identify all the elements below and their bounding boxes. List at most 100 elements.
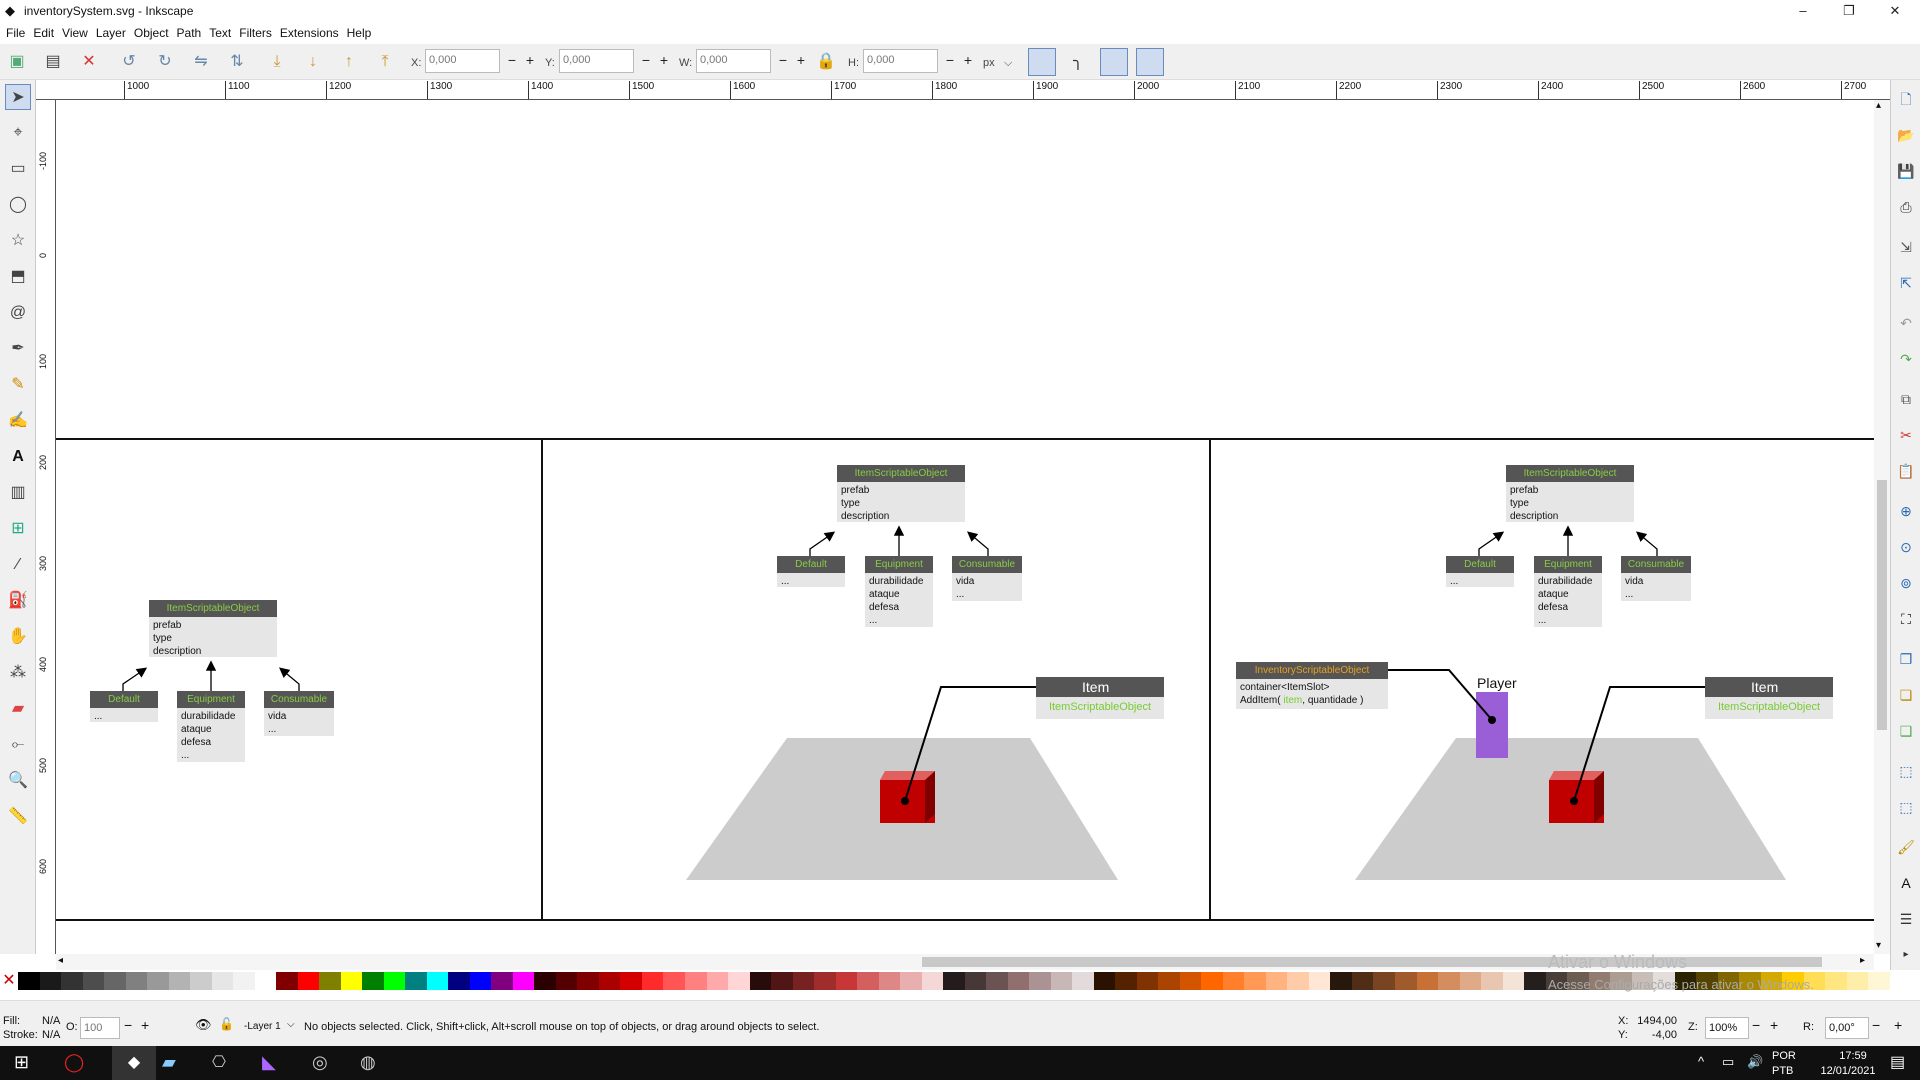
terminal-icon[interactable]: ⎔ bbox=[212, 1052, 226, 1072]
tweak-tool-icon[interactable]: ✋ bbox=[5, 624, 31, 650]
palette-swatch[interactable] bbox=[340, 972, 363, 990]
volume-icon[interactable]: 🔊 bbox=[1747, 1054, 1763, 1070]
eraser-tool-icon[interactable]: ▰ bbox=[5, 696, 31, 722]
palette-swatch[interactable] bbox=[1351, 972, 1374, 990]
palette-swatch[interactable] bbox=[1438, 972, 1460, 990]
opacity-increment-button[interactable]: + bbox=[141, 1017, 149, 1033]
import-icon[interactable]: ⇲ bbox=[1895, 236, 1917, 258]
palette-swatch[interactable] bbox=[1093, 972, 1116, 990]
palette-swatch[interactable] bbox=[233, 972, 255, 990]
palette-swatch[interactable] bbox=[1846, 972, 1869, 990]
deselect-icon[interactable]: ✕ bbox=[77, 50, 101, 74]
keyboard-layout[interactable]: PTB bbox=[1772, 1065, 1793, 1077]
3d-box-tool-icon[interactable]: ⬒ bbox=[5, 264, 31, 290]
consumable-header-2[interactable]: Consumable bbox=[952, 556, 1022, 573]
raise-to-top-icon[interactable]: ⤒ bbox=[373, 50, 397, 74]
select-all-layers-icon[interactable]: ▤ bbox=[41, 50, 65, 74]
palette-swatch[interactable] bbox=[362, 972, 384, 990]
palette-swatch[interactable] bbox=[878, 972, 901, 990]
menu-help[interactable]: Help bbox=[343, 22, 376, 44]
star-tool-icon[interactable]: ☆ bbox=[5, 228, 31, 254]
palette-swatch[interactable] bbox=[964, 972, 987, 990]
palette-swatch[interactable] bbox=[986, 972, 1008, 990]
palette-swatch[interactable] bbox=[1029, 972, 1051, 990]
scroll-right-icon[interactable]: ▸ bbox=[1860, 955, 1865, 966]
rotate-input[interactable]: 0,00° bbox=[1825, 1017, 1869, 1039]
palette-swatch[interactable] bbox=[835, 972, 858, 990]
scroll-up-icon[interactable]: ▴ bbox=[1876, 100, 1881, 111]
palette-swatch[interactable] bbox=[1007, 972, 1030, 990]
drawing-canvas[interactable]: ItemScriptableObject prefab type descrip… bbox=[56, 100, 1874, 954]
palette-swatch[interactable] bbox=[792, 972, 815, 990]
menu-layer[interactable]: Layer bbox=[92, 22, 130, 44]
pen-tool-icon[interactable]: ✒ bbox=[5, 336, 31, 362]
palette-swatch[interactable] bbox=[1524, 972, 1546, 990]
x-increment-button[interactable]: + bbox=[523, 49, 537, 73]
player-rect[interactable] bbox=[1476, 692, 1508, 758]
layer-select[interactable]: -Layer 1 bbox=[244, 1021, 281, 1032]
palette-swatch[interactable] bbox=[1265, 972, 1288, 990]
class-header-2[interactable]: ItemScriptableObject bbox=[837, 465, 965, 482]
rotate-increment-button[interactable]: + bbox=[1894, 1017, 1902, 1033]
move-gradients-toggle[interactable] bbox=[1100, 48, 1128, 76]
clock-time[interactable]: 17:59 bbox=[1823, 1050, 1883, 1062]
palette-swatch[interactable] bbox=[684, 972, 707, 990]
fill-stroke-icon[interactable]: 🖌 bbox=[1895, 836, 1917, 858]
palette-swatch[interactable] bbox=[1373, 972, 1395, 990]
mesh-tool-icon[interactable]: ⊞ bbox=[5, 516, 31, 542]
fill-value[interactable]: N/A bbox=[42, 1015, 60, 1027]
dropper-tool-icon[interactable]: ⁄ bbox=[5, 552, 31, 578]
visibility-eye-icon[interactable]: 👁 bbox=[195, 1017, 212, 1033]
palette-swatch[interactable] bbox=[1868, 972, 1890, 990]
palette-swatch[interactable] bbox=[61, 972, 83, 990]
palette-swatch[interactable] bbox=[448, 972, 470, 990]
palette-swatch[interactable] bbox=[383, 972, 406, 990]
palette-swatch[interactable] bbox=[1330, 972, 1352, 990]
lock-layer-icon[interactable]: 🔓 bbox=[219, 1017, 234, 1031]
opera-icon[interactable]: ◯ bbox=[64, 1052, 84, 1073]
gradient-tool-icon[interactable]: ▥ bbox=[5, 480, 31, 506]
x-input[interactable]: 0,000 bbox=[425, 49, 500, 73]
palette-swatch[interactable] bbox=[663, 972, 685, 990]
palette-swatch[interactable] bbox=[1115, 972, 1137, 990]
rotate-ccw-icon[interactable]: ↺ bbox=[117, 50, 141, 74]
palette-swatch[interactable] bbox=[190, 972, 212, 990]
class-header-3[interactable]: ItemScriptableObject bbox=[1506, 465, 1634, 482]
menu-text[interactable]: Text bbox=[205, 22, 235, 44]
item-header-2[interactable]: Item bbox=[1705, 677, 1833, 697]
copy-icon[interactable]: ⧉ bbox=[1895, 388, 1917, 410]
scale-stroke-toggle[interactable] bbox=[1028, 48, 1056, 76]
menu-path[interactable]: Path bbox=[173, 22, 206, 44]
zoom-drawing-icon[interactable]: ⊙ bbox=[1895, 536, 1917, 558]
close-button[interactable]: ✕ bbox=[1872, 0, 1918, 22]
selector-tool-icon[interactable]: ➤ bbox=[5, 84, 31, 110]
text-font-icon[interactable]: A bbox=[1895, 872, 1917, 894]
unlink-clone-icon[interactable]: ❑ bbox=[1895, 720, 1917, 742]
print-icon[interactable]: ⎙ bbox=[1895, 196, 1917, 218]
lower-icon[interactable]: ↓ bbox=[301, 50, 325, 74]
h-input[interactable]: 0,000 bbox=[863, 49, 938, 73]
rotate-decrement-button[interactable]: − bbox=[1872, 1017, 1880, 1033]
palette-swatch[interactable] bbox=[620, 972, 642, 990]
inventory-header[interactable]: InventoryScriptableObject bbox=[1236, 662, 1388, 679]
palette-swatch[interactable] bbox=[405, 972, 427, 990]
palette-swatch[interactable] bbox=[706, 972, 729, 990]
w-increment-button[interactable]: + bbox=[794, 49, 808, 73]
cut-icon[interactable]: ✂ bbox=[1895, 424, 1917, 446]
raise-icon[interactable]: ↑ bbox=[337, 50, 361, 74]
palette-swatch[interactable] bbox=[1244, 972, 1266, 990]
zoom-decrement-button[interactable]: − bbox=[1752, 1017, 1760, 1033]
palette-swatch[interactable] bbox=[728, 972, 750, 990]
palette-swatch[interactable] bbox=[512, 972, 535, 990]
palette-swatch[interactable] bbox=[1072, 972, 1094, 990]
lock-ratio-icon[interactable]: 🔒 bbox=[814, 50, 838, 74]
equipment-header[interactable]: Equipment bbox=[177, 691, 245, 708]
ellipse-tool-icon[interactable]: ◯ bbox=[5, 192, 31, 218]
equipment-header-2[interactable]: Equipment bbox=[865, 556, 933, 573]
palette-swatch[interactable] bbox=[276, 972, 298, 990]
language-code[interactable]: POR bbox=[1772, 1050, 1796, 1062]
network-icon[interactable]: ▭ bbox=[1722, 1054, 1734, 1070]
palette-swatch[interactable] bbox=[1459, 972, 1482, 990]
palette-swatch[interactable] bbox=[469, 972, 492, 990]
scroll-down-icon[interactable]: ▾ bbox=[1876, 940, 1881, 951]
